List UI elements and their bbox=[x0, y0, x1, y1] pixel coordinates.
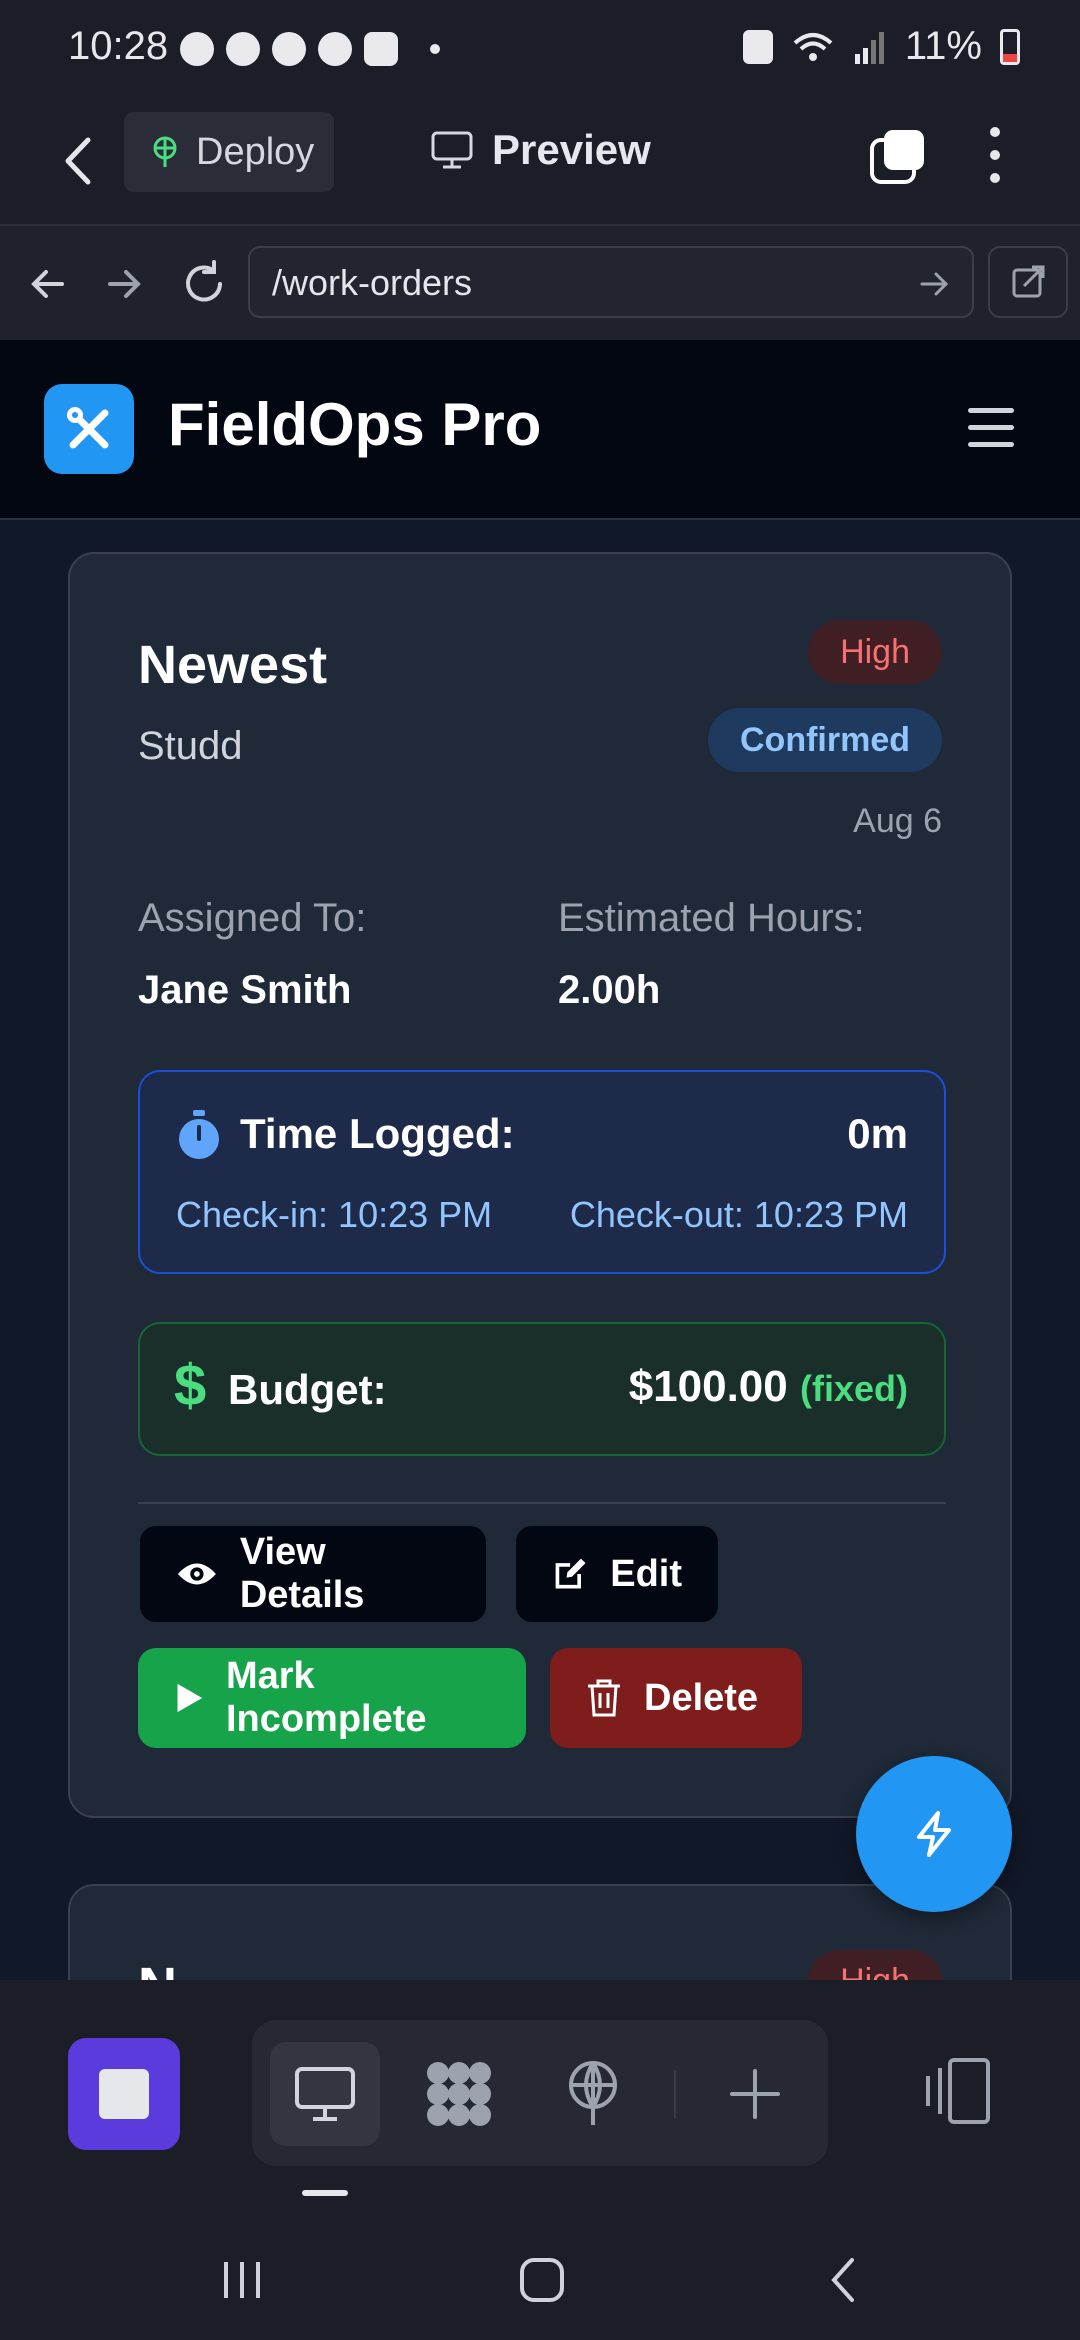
nav-forward-icon[interactable] bbox=[96, 256, 152, 312]
url-input[interactable]: /work-orders bbox=[248, 246, 974, 318]
budget-panel: $ Budget: $100.00 (fixed) bbox=[138, 1322, 946, 1456]
budget-label: Budget: bbox=[228, 1366, 387, 1413]
edit-button[interactable]: Edit bbox=[514, 1524, 720, 1624]
deploy-button[interactable]: Deploy bbox=[124, 112, 334, 192]
deploy-icon bbox=[153, 136, 177, 167]
signal-icon bbox=[854, 31, 884, 64]
edit-icon bbox=[555, 1558, 586, 1589]
view-details-button[interactable]: View Details bbox=[138, 1524, 488, 1624]
status-time: 10:28 bbox=[68, 24, 169, 68]
budget-value-group: $100.00 (fixed) bbox=[629, 1362, 908, 1412]
status-badge: Confirmed bbox=[708, 708, 942, 772]
work-order-client: Studd bbox=[138, 724, 243, 768]
trash-icon bbox=[588, 1679, 620, 1717]
open-external-button[interactable] bbox=[988, 246, 1068, 318]
battery-icon bbox=[1000, 28, 1020, 65]
delete-label: Delete bbox=[644, 1676, 759, 1719]
url-text: /work-orders bbox=[272, 262, 473, 303]
work-order-title: N bbox=[138, 1956, 177, 1980]
stopwatch-icon bbox=[179, 1110, 219, 1159]
plus-icon bbox=[730, 2069, 780, 2119]
dollar-icon: $ bbox=[174, 1353, 207, 1418]
deploy-label: Deploy bbox=[196, 130, 315, 173]
reload-icon[interactable] bbox=[176, 256, 232, 312]
app-title: FieldOps Pro bbox=[168, 391, 542, 458]
wifi-icon bbox=[793, 32, 833, 61]
check-out-time: Check-out: 10:23 PM bbox=[569, 1194, 908, 1235]
alert-icon bbox=[364, 32, 398, 66]
system-navigation-bar bbox=[0, 2220, 1080, 2340]
mark-incomplete-label: Mark Incomplete bbox=[225, 1655, 427, 1740]
messenger-icon bbox=[272, 32, 306, 66]
play-icon bbox=[177, 1683, 203, 1713]
toolbar-divider bbox=[674, 2070, 676, 2118]
grid-blobs-icon bbox=[427, 2062, 491, 2126]
stop-button[interactable] bbox=[68, 2038, 180, 2150]
back-arrow-icon[interactable] bbox=[50, 126, 110, 196]
address-bar: /work-orders bbox=[0, 224, 1080, 340]
deploy-icon bbox=[569, 2061, 617, 2125]
monitor-icon bbox=[295, 2067, 355, 2121]
app-logo bbox=[44, 384, 134, 474]
notification-icons bbox=[180, 32, 440, 66]
stop-icon bbox=[99, 2069, 149, 2119]
quick-action-button[interactable] bbox=[856, 1756, 1012, 1912]
chat-icon bbox=[180, 32, 214, 66]
system-back-icon[interactable] bbox=[814, 2250, 874, 2310]
assigned-value: Jane Smith bbox=[138, 968, 352, 1012]
preview-label: Preview bbox=[492, 126, 651, 173]
more-vertical-icon[interactable] bbox=[980, 122, 1010, 188]
preview-tab[interactable]: Preview bbox=[430, 126, 651, 174]
assigned-label: Assigned To: bbox=[138, 896, 367, 940]
nav-back-icon[interactable] bbox=[20, 256, 76, 312]
eye-icon bbox=[177, 1563, 216, 1585]
view-details-label: View Details bbox=[239, 1531, 365, 1616]
menu-icon[interactable] bbox=[968, 408, 1014, 448]
work-order-date: Aug 6 bbox=[853, 802, 942, 840]
go-arrow-icon[interactable] bbox=[916, 266, 952, 302]
tool-group bbox=[252, 2020, 828, 2166]
mark-incomplete-button[interactable]: Mark Incomplete bbox=[138, 1648, 526, 1748]
check-in-time: Check-in: 10:23 PM bbox=[176, 1194, 493, 1235]
messenger-icon bbox=[318, 32, 352, 66]
time-logged-label: Time Logged: bbox=[240, 1110, 515, 1157]
layout-panel-icon[interactable] bbox=[920, 2044, 996, 2140]
delete-button[interactable]: Delete bbox=[550, 1648, 802, 1748]
bottom-toolbar bbox=[0, 1980, 1080, 2220]
deploy-tool-button[interactable] bbox=[538, 2042, 648, 2146]
priority-badge: High bbox=[808, 620, 942, 684]
add-tool-button[interactable] bbox=[700, 2042, 810, 2146]
more-notifications-dot bbox=[430, 44, 440, 54]
home-icon[interactable] bbox=[512, 2250, 572, 2310]
preview-toolbar: Deploy Preview bbox=[0, 100, 1080, 224]
hours-value: 2.00h bbox=[558, 968, 661, 1012]
monitor-icon bbox=[431, 131, 473, 169]
work-order-title: Newest bbox=[138, 635, 328, 695]
time-logged-value: 0m bbox=[847, 1110, 908, 1157]
divider bbox=[138, 1502, 946, 1504]
preview-tool-button[interactable] bbox=[270, 2042, 380, 2146]
time-logged-panel: Time Logged: 0m Check-in: 10:23 PM Check… bbox=[138, 1070, 946, 1274]
external-link-icon bbox=[1012, 265, 1045, 298]
battery-percent: 11% bbox=[904, 24, 982, 68]
active-tab-indicator bbox=[302, 2190, 348, 2196]
work-order-card: N High bbox=[68, 1884, 1012, 1980]
recent-apps-icon[interactable] bbox=[212, 2250, 272, 2310]
hours-label: Estimated Hours: bbox=[558, 896, 865, 940]
app-header: FieldOps Pro bbox=[0, 340, 1080, 520]
budget-value: $100.00 bbox=[628, 1362, 788, 1411]
messenger-icon bbox=[226, 32, 260, 66]
edit-label: Edit bbox=[610, 1552, 682, 1595]
lightning-icon bbox=[917, 1811, 951, 1857]
system-indicators: 11% bbox=[742, 24, 1020, 69]
budget-type: (fixed) bbox=[800, 1368, 908, 1409]
tabs-icon[interactable] bbox=[868, 126, 928, 186]
status-bar: 10:28 11% bbox=[0, 0, 1080, 100]
battery-saver-icon bbox=[742, 29, 773, 64]
tools-icon bbox=[67, 407, 109, 449]
priority-badge: High bbox=[808, 1950, 942, 1980]
work-order-card: Newest Studd High Confirmed Aug 6 Assign… bbox=[68, 552, 1012, 1818]
workspace-tool-button[interactable] bbox=[404, 2042, 514, 2146]
